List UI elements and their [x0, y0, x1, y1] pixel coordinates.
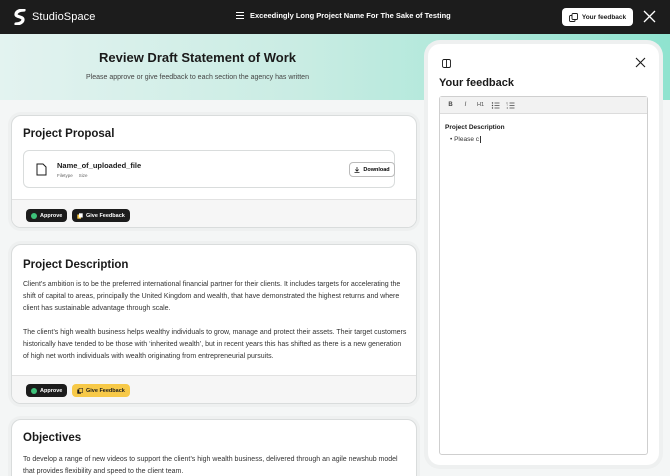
italic-icon[interactable]: I: [461, 102, 470, 108]
project-title-bar[interactable]: Exceedingly Long Project Name For The Sa…: [236, 11, 451, 20]
panel-title: Your feedback: [439, 77, 514, 89]
section-title: Project Proposal: [23, 128, 115, 140]
top-bar: StudioSpace Exceedingly Long Project Nam…: [0, 0, 670, 34]
bold-icon[interactable]: B: [446, 102, 455, 108]
feedback-panel: Your feedback B I H1 Project Description…: [428, 44, 659, 465]
your-feedback-label: Your feedback: [581, 13, 627, 21]
text-caret: [480, 136, 481, 143]
close-icon[interactable]: [643, 10, 656, 23]
approve-button[interactable]: Approve: [26, 209, 68, 222]
section-title: Objectives: [23, 432, 82, 444]
feedback-icon: [77, 387, 83, 394]
section-project-proposal: Project Proposal Name_of_uploaded_file F…: [11, 115, 417, 228]
file-type: Filetype: [57, 173, 73, 178]
paragraph: The client’s high wealth business helps …: [23, 329, 407, 360]
approve-label: Approve: [40, 387, 63, 394]
check-icon: [31, 212, 37, 219]
file-meta: Filetype Size: [57, 173, 88, 178]
editor-bullet: • Please c: [450, 136, 481, 143]
approve-label: Approve: [40, 212, 63, 219]
approve-button[interactable]: Approve: [26, 384, 68, 397]
section-title: Project Description: [23, 259, 129, 271]
section-actions: Approve Give Feedback: [12, 375, 416, 403]
numbered-list-icon[interactable]: [506, 101, 515, 109]
give-feedback-label: Give Feedback: [86, 212, 125, 219]
page-subtitle: Please approve or give feedback to each …: [86, 74, 309, 81]
download-label: Download: [363, 166, 390, 173]
feedback-editor[interactable]: B I H1 Project Description • Please c: [439, 96, 648, 455]
studiospace-logo-icon: [14, 9, 26, 25]
uploaded-file: Name_of_uploaded_file Filetype Size Down…: [23, 150, 395, 188]
section-actions: Approve Give Feedback: [12, 199, 416, 227]
paragraph: To develop a range of new videos to supp…: [23, 456, 398, 475]
panel-toggle-icon[interactable]: [442, 59, 451, 68]
editor-toolbar: B I H1: [440, 97, 647, 114]
file-name: Name_of_uploaded_file: [57, 161, 142, 170]
brand[interactable]: StudioSpace: [14, 9, 95, 25]
brand-name: StudioSpace: [32, 11, 96, 23]
section-objectives: Objectives To develop a range of new vid…: [11, 419, 417, 476]
feedback-icon: [568, 12, 578, 22]
project-title: Exceedingly Long Project Name For The Sa…: [250, 11, 451, 20]
editor-heading: Project Description: [445, 124, 505, 131]
bulleted-list-icon[interactable]: [491, 101, 500, 109]
download-icon: [354, 166, 360, 173]
feedback-icon: [77, 212, 83, 219]
file-size: Size: [78, 173, 88, 178]
give-feedback-button[interactable]: Give Feedback: [72, 209, 130, 222]
check-icon: [31, 387, 37, 394]
section-project-description: Project Description Client’s ambition is…: [11, 244, 417, 404]
editor-bullet-text: Please c: [454, 136, 480, 144]
download-button[interactable]: Download: [349, 162, 395, 177]
give-feedback-button[interactable]: Give Feedback: [72, 384, 130, 397]
menu-icon: [236, 12, 244, 19]
heading-icon[interactable]: H1: [476, 102, 485, 108]
your-feedback-button[interactable]: Your feedback: [562, 8, 633, 26]
give-feedback-label: Give Feedback: [86, 387, 125, 394]
paragraph: Client’s ambition is to be the preferred…: [23, 281, 401, 312]
page-title: Review Draft Statement of Work: [99, 50, 296, 65]
file-icon: [36, 163, 47, 176]
close-icon[interactable]: [635, 57, 646, 68]
